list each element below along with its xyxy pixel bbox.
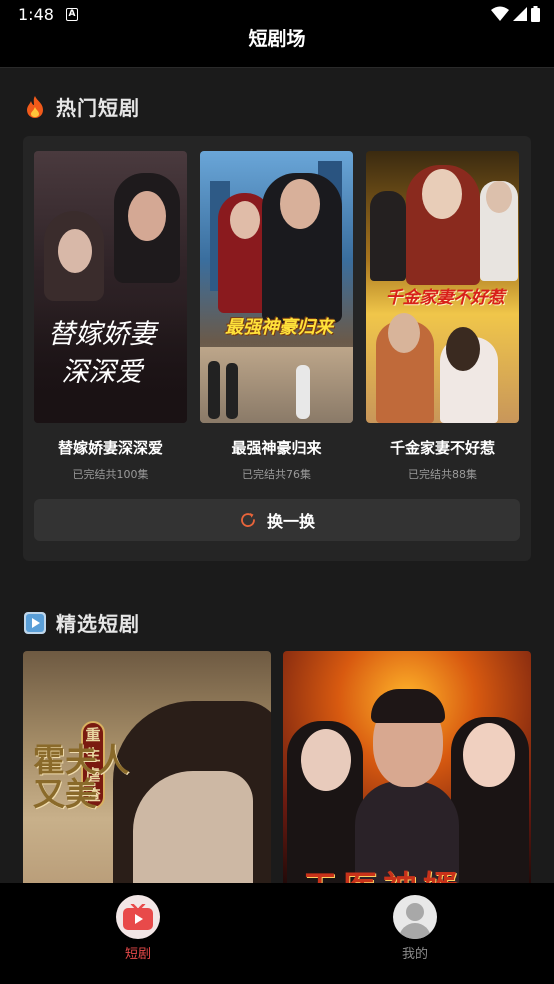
refresh-icon — [241, 513, 255, 527]
drama-card[interactable]: 替嫁娇妻深深爱 替嫁娇妻深深爱 已完结共100集 — [34, 151, 187, 482]
poster-title-text: 替嫁娇妻深深爱 — [48, 319, 156, 388]
drama-card[interactable]: 最强神豪归来 最强神豪归来 已完结共76集 — [200, 151, 353, 482]
drama-poster[interactable]: 千金家妻不好惹 — [366, 151, 519, 423]
drama-tab-icon — [116, 895, 160, 939]
drama-episodes: 已完结共100集 — [72, 468, 149, 481]
drama-title: 千金家妻不好惹 — [389, 439, 495, 457]
tab-profile[interactable]: 我的 — [385, 895, 445, 962]
tab-profile-label: 我的 — [401, 947, 428, 962]
fire-icon — [27, 95, 43, 118]
swap-button-label: 换一换 — [266, 512, 315, 531]
drama-title: 最强神豪归来 — [231, 439, 322, 457]
swap-button[interactable]: 换一换 — [34, 499, 520, 541]
drama-title: 替嫁娇妻深深爱 — [57, 439, 163, 457]
hot-section-header: 热门短剧 — [24, 92, 140, 121]
hot-card: 替嫁娇妻深深爱 替嫁娇妻深深爱 已完结共100集 最强神豪归来 最强神豪归来 已… — [23, 136, 531, 561]
status-icons — [491, 6, 540, 22]
status-time: 1:48 — [18, 5, 54, 24]
featured-title-text: 霍夫人又美 — [33, 741, 130, 813]
poster-title-text: 最强神豪归来 — [225, 317, 333, 338]
status-bar: 1:48 A — [0, 0, 554, 30]
drama-card[interactable]: 千金家妻不好惹 千金家妻不好惹 已完结共88集 — [366, 151, 519, 482]
drama-episodes: 已完结共88集 — [408, 468, 477, 481]
featured-section-header: 精选短剧 — [24, 608, 140, 637]
tab-dramas-label: 短剧 — [124, 947, 151, 962]
featured-poster[interactable]: 重生虐渣 霍夫人又美 — [23, 651, 271, 891]
tab-dramas[interactable]: 短剧 — [108, 895, 168, 962]
poster-title-text: 千金家妻不好惹 — [385, 288, 505, 308]
featured-section-title: 精选短剧 — [56, 612, 140, 636]
notification-icon: A — [66, 8, 78, 21]
drama-poster[interactable]: 替嫁娇妻深深爱 — [34, 151, 187, 423]
wifi-icon — [491, 6, 509, 21]
hot-section-title: 热门短剧 — [56, 96, 140, 120]
bottom-tab-bar: 短剧 我的 — [0, 883, 554, 984]
featured-poster[interactable]: 天医神婿 — [283, 651, 531, 891]
battery-icon — [531, 6, 540, 22]
drama-poster[interactable]: 最强神豪归来 — [200, 151, 353, 423]
drama-episodes: 已完结共76集 — [242, 468, 311, 481]
profile-tab-icon — [393, 895, 437, 939]
play-square-icon — [24, 611, 46, 634]
signal-icon — [513, 7, 527, 21]
